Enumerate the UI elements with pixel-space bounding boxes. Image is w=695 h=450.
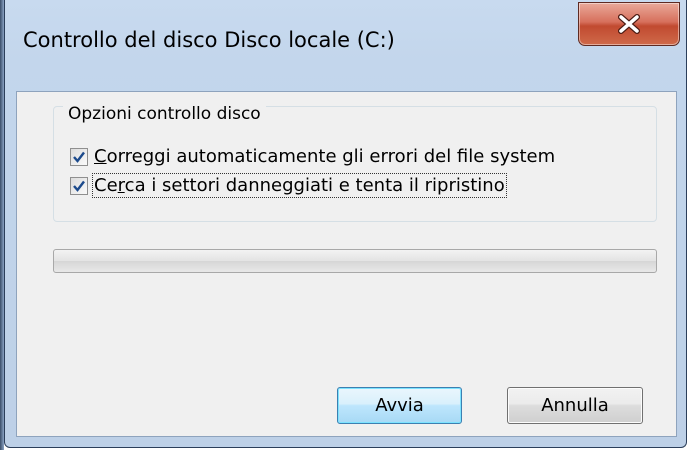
cancel-button[interactable]: Annulla <box>507 387 643 424</box>
fix-errors-checkbox[interactable] <box>70 147 88 166</box>
title-bar[interactable]: Controllo del disco Disco locale (C:) <box>5 0 686 90</box>
close-icon <box>618 14 640 34</box>
scan-sectors-option[interactable]: Cerca i settori danneggiati e tenta il r… <box>70 173 507 198</box>
dialog-body: Opzioni controllo disco Correggi automat… <box>16 91 677 437</box>
scan-sectors-checkbox[interactable] <box>70 176 88 195</box>
start-button[interactable]: Avvia <box>337 387 462 424</box>
group-title: Opzioni controllo disco <box>63 104 266 124</box>
scan-sectors-label: Cerca i settori danneggiati e tenta il r… <box>92 173 507 198</box>
disk-check-options-group: Opzioni controllo disco Correggi automat… <box>53 104 657 222</box>
progress-bar <box>53 249 657 273</box>
fix-errors-option[interactable]: Correggi automaticamente gli errori del … <box>70 146 555 167</box>
window-title: Controllo del disco Disco locale (C:) <box>23 28 395 52</box>
checkmark-icon <box>73 151 85 163</box>
check-disk-dialog: Controllo del disco Disco locale (C:) Op… <box>4 0 687 448</box>
close-button[interactable] <box>578 2 680 46</box>
fix-errors-label: Correggi automaticamente gli errori del … <box>94 146 556 167</box>
checkmark-icon <box>73 180 85 192</box>
